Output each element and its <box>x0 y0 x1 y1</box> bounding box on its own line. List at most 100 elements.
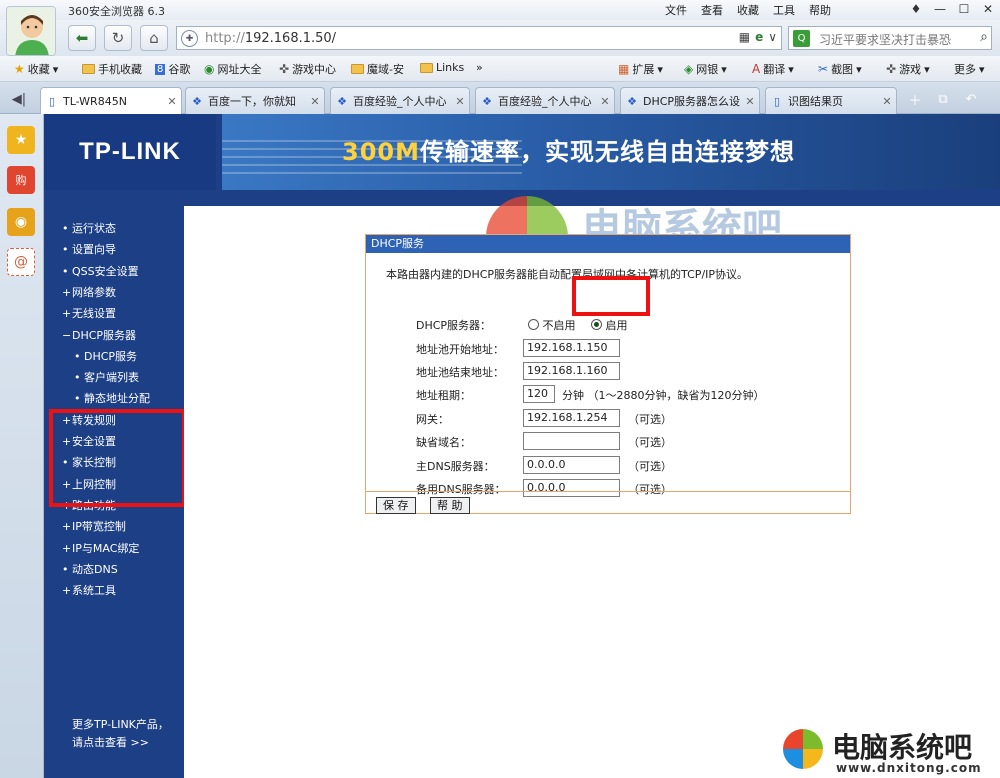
router-nav-item[interactable]: • 动态DNS <box>62 561 118 577</box>
bookmark-moyu[interactable]: 魔域-安 <box>351 61 404 77</box>
shirt-icon[interactable]: ♦ <box>904 0 928 18</box>
gamepad-icon: ✜ <box>886 62 897 76</box>
router-nav-item[interactable]: • 静态地址分配 <box>74 390 150 406</box>
favorites-star-icon[interactable]: ★ <box>7 126 35 154</box>
bookmark-favorites[interactable]: ★ 收藏 ▾ <box>14 61 58 77</box>
tab-baidu[interactable]: ❖ 百度一下，你就知 ✕ <box>185 87 325 114</box>
search-box[interactable]: Q 习近平要求坚决打击暴恐 ⌕ <box>788 26 992 50</box>
ie-compat-icon[interactable]: e <box>755 30 763 44</box>
tab-dhcp-howto[interactable]: ❖ DHCP服务器怎么设 ✕ <box>620 87 760 114</box>
router-nav-item[interactable]: • 客户端列表 <box>74 369 139 385</box>
toolbar-more[interactable]: 更多 ▾ <box>954 61 985 77</box>
expand-icon: + <box>62 583 72 597</box>
bookmark-google[interactable]: 8 谷歌 <box>155 61 190 77</box>
save-button[interactable]: 保 存 <box>376 497 416 514</box>
router-nav-item[interactable]: • DHCP服务 <box>74 348 137 364</box>
sidebar-toggle-icon[interactable]: ◀| <box>8 89 30 109</box>
bookmark-hao[interactable]: ◉ 网址大全 <box>204 61 261 77</box>
radio-off[interactable] <box>528 319 539 330</box>
close-tab-icon[interactable]: ✕ <box>598 95 612 108</box>
paw-icon: ❖ <box>627 94 637 108</box>
dropdown-chevron-icon[interactable]: ∨ <box>768 30 777 44</box>
router-nav-item[interactable]: + IP与MAC绑定 <box>62 540 139 556</box>
email-icon[interactable]: @ <box>7 248 35 276</box>
search-icon[interactable]: ⌕ <box>980 29 988 45</box>
field-input[interactable]: 192.168.1.254 <box>523 409 620 427</box>
search-engine-icon[interactable]: Q <box>793 30 810 47</box>
field-input[interactable]: 0.0.0.0 <box>523 456 620 474</box>
router-nav-item[interactable]: • 设置向导 <box>62 241 116 257</box>
bookmark-games[interactable]: ✜ 游戏中心 <box>279 61 336 77</box>
panel-intro: 本路由器内建的DHCP服务器能自动配置局域网中各计算机的TCP/IP协议。 <box>386 268 749 281</box>
help-button[interactable]: 帮 助 <box>430 497 470 514</box>
search-input[interactable]: 习近平要求坚决打击暴恐 <box>819 31 959 48</box>
tab-jingyan-2[interactable]: ❖ 百度经验_个人中心 ✕ <box>475 87 615 114</box>
google-icon: 8 <box>155 63 166 75</box>
router-nav-item[interactable]: + 系统工具 <box>62 582 116 598</box>
tab-list-icon[interactable]: ⧉ <box>932 89 954 109</box>
url-text[interactable]: http://192.168.1.50/ <box>205 31 336 46</box>
close-button[interactable]: ✕ <box>976 0 1000 18</box>
dhcp-off-option[interactable]: 不启用 <box>528 319 576 332</box>
shopping-icon[interactable]: 购 <box>7 166 35 194</box>
more-bookmarks-chevron-icon[interactable]: » <box>476 61 483 74</box>
qr-code-icon[interactable]: ▦ <box>739 30 750 44</box>
close-tab-icon[interactable]: ✕ <box>165 95 179 108</box>
toolbar-games[interactable]: ✜ 游戏 ▾ <box>886 61 930 77</box>
router-nav-item[interactable]: + 网络参数 <box>62 284 116 300</box>
weibo-icon[interactable]: ◉ <box>7 208 35 236</box>
field-input[interactable]: 192.168.1.160 <box>523 362 620 380</box>
tplink-logo: TP-LINK <box>44 114 216 190</box>
radio-on[interactable] <box>591 319 602 330</box>
maximize-button[interactable]: ☐ <box>952 0 976 18</box>
field-hint: （可选） <box>628 483 672 496</box>
toolbar-extensions[interactable]: ▦ 扩展 ▾ <box>618 61 663 77</box>
tab-image-search[interactable]: ▯ 识图结果页 ✕ <box>765 87 897 114</box>
bookmark-mobile[interactable]: 手机收藏 <box>82 61 142 77</box>
menu-help[interactable]: 帮助 <box>809 2 831 18</box>
close-tab-icon[interactable]: ✕ <box>308 95 322 108</box>
router-nav-item[interactable]: + 无线设置 <box>62 305 116 321</box>
field-input[interactable]: 192.168.1.150 <box>523 339 620 357</box>
dhcp-on-option[interactable]: 启用 <box>591 319 628 332</box>
new-tab-icon[interactable]: ＋ <box>904 89 926 109</box>
menu-view[interactable]: 查看 <box>701 2 723 18</box>
close-tab-icon[interactable]: ✕ <box>880 95 894 108</box>
more-products-link[interactable]: 更多TP-LINK产品， 请点击查看 >> <box>72 716 169 752</box>
close-tab-icon[interactable]: ✕ <box>743 95 757 108</box>
field-input[interactable] <box>523 432 620 450</box>
close-tab-icon[interactable]: ✕ <box>453 95 467 108</box>
collapse-icon: − <box>62 328 72 342</box>
router-nav-item[interactable]: + IP带宽控制 <box>62 518 126 534</box>
folder-icon <box>420 62 433 73</box>
slogan-banner: 300M传输速率，实现无线自由连接梦想 <box>222 114 1000 190</box>
minimize-button[interactable]: — <box>928 0 952 18</box>
field-input[interactable]: 0.0.0.0 <box>523 479 620 497</box>
toolbar-translate[interactable]: A 翻译 ▾ <box>752 61 794 77</box>
undo-close-icon[interactable]: ↶ <box>960 89 982 109</box>
page-icon: ▯ <box>48 94 56 108</box>
router-nav-item[interactable]: − DHCP服务器 <box>62 327 136 343</box>
expand-icon: + <box>62 541 72 555</box>
user-avatar[interactable] <box>6 6 56 56</box>
tab-router[interactable]: ▯ TL-WR845N ✕ <box>40 87 182 114</box>
refresh-button[interactable]: ↻ <box>104 25 132 51</box>
top-menu: 文件 查看 收藏 工具 帮助 <box>665 2 831 18</box>
router-nav-item[interactable]: • 运行状态 <box>62 220 116 236</box>
field-input[interactable]: 120 <box>523 385 555 403</box>
menu-file[interactable]: 文件 <box>665 2 687 18</box>
back-button[interactable]: ⬅ <box>68 25 96 51</box>
bullet-icon: • <box>62 264 69 278</box>
toolbar-bank[interactable]: ◈ 网银 ▾ <box>684 61 727 77</box>
bookmark-links[interactable]: Links <box>420 61 464 74</box>
tab-jingyan-1[interactable]: ❖ 百度经验_个人中心 ✕ <box>330 87 470 114</box>
window-controls: ♦ — ☐ ✕ <box>904 0 1000 18</box>
bullet-icon: • <box>62 562 69 576</box>
router-nav-item[interactable]: • QSS安全设置 <box>62 263 139 279</box>
home-button[interactable]: ⌂ <box>140 25 168 51</box>
field-label: 网关： <box>416 413 449 426</box>
menu-tools[interactable]: 工具 <box>773 2 795 18</box>
menu-favorites[interactable]: 收藏 <box>737 2 759 18</box>
address-bar[interactable]: ✚ http://192.168.1.50/ ▦ e ∨ <box>176 26 782 50</box>
toolbar-screenshot[interactable]: ✂ 截图 ▾ <box>818 61 862 77</box>
